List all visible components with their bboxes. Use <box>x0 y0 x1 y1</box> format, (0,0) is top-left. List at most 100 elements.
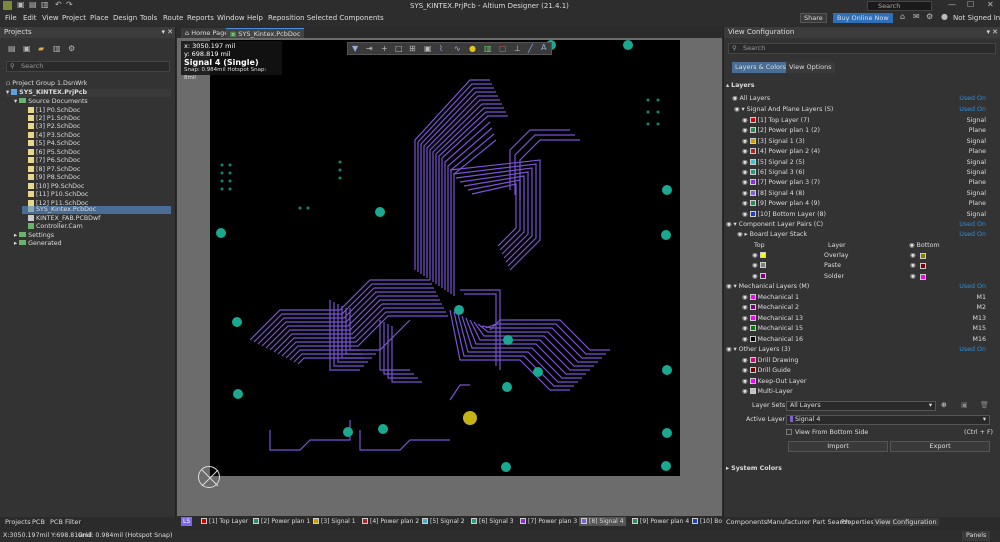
row-mech-group[interactable]: ◉ ▾ Mechanical Layers (M) Used On <box>726 282 990 292</box>
active-layer-select[interactable]: Signal 4 ▾ <box>786 415 990 425</box>
user-status[interactable]: Not Signed In <box>953 14 1000 22</box>
tree-project-group[interactable]: ▫ Project Group 1.DsnWrk <box>6 80 87 88</box>
row-board-stack[interactable]: ◉ ▸ Board Layer Stack Used On <box>737 230 990 240</box>
tab-view-configuration[interactable]: View Configuration <box>873 518 939 526</box>
mechanical-layer-row[interactable]: ◉ Mechanical 15 M15 <box>742 324 990 334</box>
eye-icon[interactable]: ◉ <box>742 159 748 166</box>
eye-icon[interactable]: ◉ <box>742 325 748 332</box>
eye-icon[interactable]: ◉ <box>742 388 748 395</box>
eye-icon[interactable]: ◉ <box>742 117 748 124</box>
menu-route[interactable]: Route <box>163 14 183 22</box>
tab-view-options[interactable]: View Options <box>786 62 835 73</box>
share-button[interactable]: Share <box>800 13 827 23</box>
signal-layer-row[interactable]: ◉ [2] Power plan 1 (2) Plane <box>742 126 990 136</box>
menu-edit[interactable]: Edit <box>23 14 37 22</box>
signal-layer-row[interactable]: ◉ [10] Bottom Layer (8) Signal <box>742 210 990 220</box>
signal-layer-row[interactable]: ◉ [4] Power plan 2 (4) Plane <box>742 147 990 157</box>
route-icon[interactable]: ⇥ <box>366 44 373 53</box>
component-layer-row[interactable]: ◉ Solder ◉ <box>752 272 942 282</box>
layer-color-swatch[interactable] <box>749 325 756 332</box>
view-config-search-input[interactable]: ⚲ Search <box>728 43 996 54</box>
tree-doc-p1[interactable]: [2] P1.SchDoc <box>28 115 80 123</box>
home-icon[interactable]: ⌂ <box>900 12 905 21</box>
notifications-icon[interactable]: ✉ <box>913 12 920 21</box>
tree-doc-p9[interactable]: [10] P9.SchDoc <box>28 183 84 191</box>
signal-layer-row[interactable]: ◉ [1] Top Layer (7) Signal <box>742 116 990 126</box>
tree-generated[interactable]: ▸ Generated <box>14 240 62 248</box>
eye-icon[interactable]: ◉ <box>732 95 738 102</box>
export-button[interactable]: Export <box>890 441 990 452</box>
other-layer-row[interactable]: ◉ Drill Guide <box>742 366 990 376</box>
tab-pcb-filter[interactable]: PCB Filter <box>50 518 81 526</box>
tab-pcb[interactable]: PCB <box>32 518 45 526</box>
tab-projects[interactable]: Projects <box>5 518 31 526</box>
mechanical-layer-row[interactable]: ◉ Mechanical 13 M13 <box>742 314 990 324</box>
view-from-bottom-checkbox[interactable]: View From Bottom Side <box>786 428 868 438</box>
pcb-board[interactable] <box>210 40 680 476</box>
tree-doc-p0[interactable]: [1] P0.SchDoc <box>28 107 80 115</box>
row-all-layers[interactable]: ◉ All Layers Used On <box>732 94 990 104</box>
section-layers[interactable]: ▴ Layers <box>726 81 754 91</box>
layer-color-swatch[interactable] <box>749 189 756 196</box>
tree-doc-p7[interactable]: [8] P7.SchDoc <box>28 166 80 174</box>
eye-icon[interactable]: ◉ <box>726 283 732 290</box>
redo-icon[interactable]: ↷ <box>66 0 73 9</box>
row-other-group[interactable]: ◉ ▾ Other Layers (3) Used On <box>726 345 990 355</box>
layer-color-swatch[interactable] <box>749 148 756 155</box>
panel-menu-icon[interactable]: ▾ <box>161 27 165 38</box>
layer-color-swatch[interactable] <box>749 314 756 321</box>
import-button[interactable]: Import <box>788 441 888 452</box>
diff-pair-icon[interactable]: ∿ <box>454 44 461 53</box>
top-color-swatch[interactable] <box>759 272 766 279</box>
eye-icon[interactable]: ◉ <box>910 272 916 282</box>
layer-tab-power2[interactable]: [4] Power plan 2 <box>362 517 419 526</box>
eye-icon[interactable]: ◉ <box>742 179 748 186</box>
component-icon[interactable]: ▣ <box>424 44 432 53</box>
mechanical-layer-row[interactable]: ◉ Mechanical 16 M16 <box>742 335 990 345</box>
eye-icon[interactable]: ◉ <box>742 357 748 364</box>
eye-icon[interactable]: ◉ <box>742 367 748 374</box>
eye-icon[interactable]: ◉ <box>910 251 916 261</box>
section-system-colors[interactable]: ▸ System Colors <box>726 464 782 474</box>
layer-color-swatch[interactable] <box>749 357 756 363</box>
menu-help[interactable]: Help <box>247 14 263 22</box>
save-layer-set-icon[interactable]: ⊕ <box>941 401 947 409</box>
tree-doc-p8[interactable]: [9] P8.SchDoc <box>28 174 80 182</box>
signal-layer-row[interactable]: ◉ [8] Signal 4 (8) Signal <box>742 189 990 199</box>
row-component-group[interactable]: ◉ ▾ Component Layer Pairs (C) Used On <box>726 220 990 230</box>
tree-doc-p4[interactable]: [5] P4.SchDoc <box>28 140 80 148</box>
eye-icon[interactable]: ◉ <box>742 304 748 311</box>
save-project-icon[interactable]: ▣ <box>23 44 31 53</box>
eye-icon[interactable]: ◉ <box>752 262 758 269</box>
panel-close-icon[interactable]: ✕ <box>167 27 173 38</box>
component-layer-row[interactable]: ◉ Overlay ◉ <box>752 251 942 261</box>
signal-layer-row[interactable]: ◉ [9] Power plan 4 (9) Plane <box>742 199 990 209</box>
layer-tab-signal2[interactable]: [5] Signal 2 <box>422 517 465 526</box>
text-icon[interactable]: A <box>541 43 546 52</box>
open-folder-icon[interactable]: ▰ <box>38 44 44 53</box>
signal-layer-row[interactable]: ◉ [5] Signal 2 (5) Signal <box>742 158 990 168</box>
menu-design[interactable]: Design <box>113 14 137 22</box>
eye-icon[interactable]: ◉ <box>726 221 732 228</box>
tab-pcb-doc[interactable]: ▣ SYS_Kintex.PcbDoc <box>226 28 305 38</box>
tree-project[interactable]: ▾ SYS_KINTEX.PrjPcb <box>6 89 171 97</box>
layer-tab-power4[interactable]: [9] Power plan 4 <box>632 517 689 526</box>
keepout-icon[interactable]: ▢ <box>499 44 507 53</box>
eye-icon[interactable]: ◉ <box>742 200 748 207</box>
menu-reposition[interactable]: Reposition Selected Components <box>268 14 384 22</box>
bottom-color-swatch[interactable] <box>920 273 926 280</box>
layer-color-swatch[interactable] <box>749 304 756 311</box>
filter-icon[interactable]: ▼ <box>352 44 358 53</box>
fill-icon[interactable]: ▥ <box>484 44 492 53</box>
bottom-color-swatch[interactable] <box>920 253 926 259</box>
dimension-icon[interactable]: ⊥ <box>514 44 521 53</box>
tab-manufacturer-part-search[interactable]: Manufacturer Part Search <box>767 518 850 526</box>
eye-icon[interactable]: ◉ <box>742 138 748 145</box>
eye-icon[interactable]: ◉ <box>742 148 748 155</box>
component-layer-row[interactable]: ◉ Paste ◉ <box>752 261 942 271</box>
maximize-icon[interactable]: ☐ <box>967 0 974 9</box>
save-all-icon[interactable]: ▥ <box>41 0 49 9</box>
other-layer-row[interactable]: ◉ Keep-Out Layer <box>742 377 990 387</box>
layer-color-swatch[interactable] <box>749 388 756 395</box>
layer-tab-power3[interactable]: [7] Power plan 3 <box>520 517 577 526</box>
